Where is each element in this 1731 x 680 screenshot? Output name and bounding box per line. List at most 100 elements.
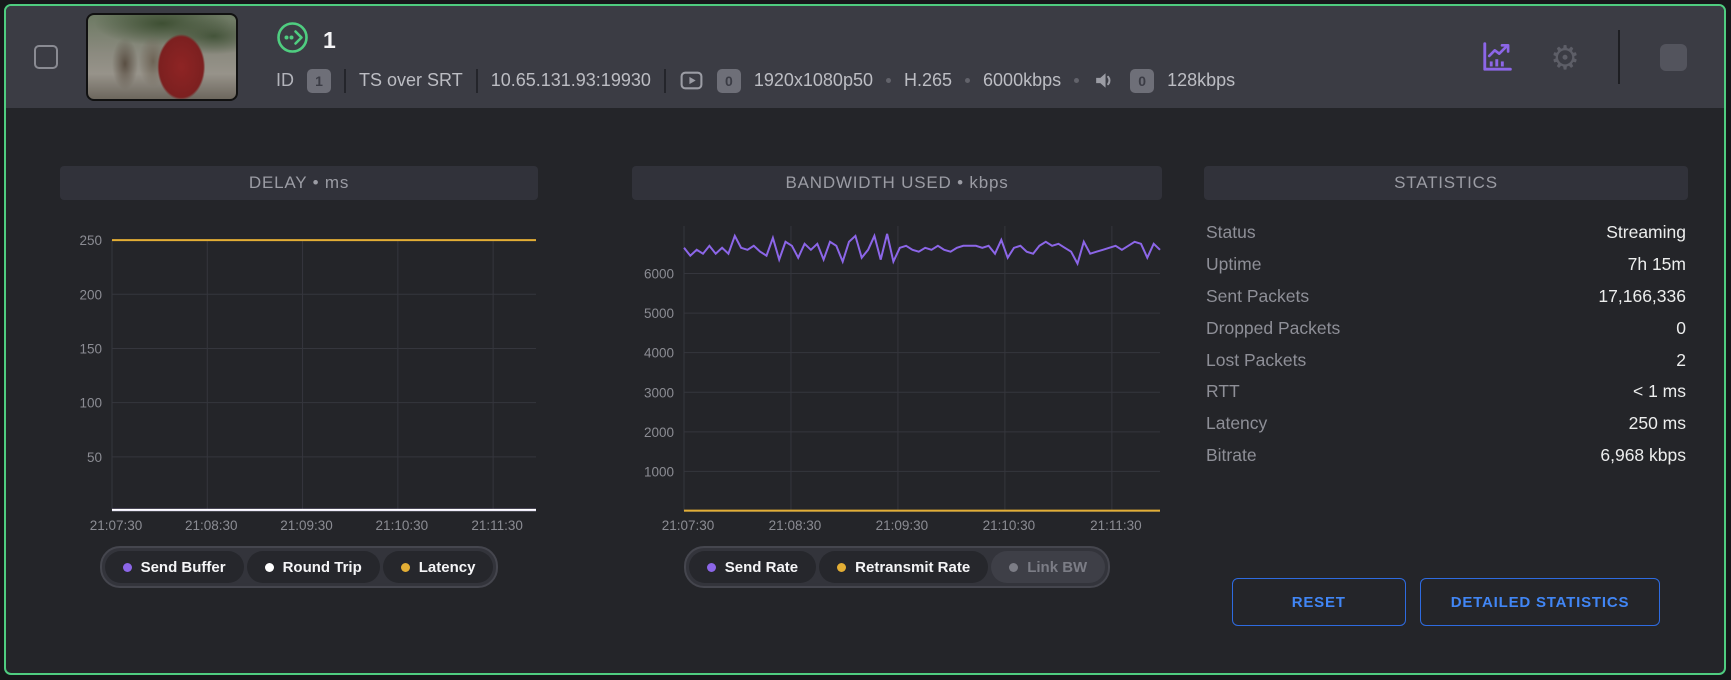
- stat-label: Sent Packets: [1206, 286, 1309, 307]
- y-tick-label: 5000: [644, 306, 674, 321]
- stat-row: RTT < 1 ms: [1206, 376, 1686, 408]
- bandwidth-chart-title: BANDWIDTH USED • kbps: [632, 166, 1162, 200]
- y-tick-label: 100: [79, 396, 102, 411]
- stat-value: 6,968 kbps: [1600, 445, 1686, 466]
- y-tick-label: 2000: [644, 425, 674, 440]
- legend-dot: [123, 563, 132, 572]
- legend-dot: [265, 563, 274, 572]
- video-codec-label: H.265: [904, 70, 952, 91]
- stat-label: Status: [1206, 222, 1256, 243]
- stat-label: Lost Packets: [1206, 350, 1306, 371]
- legend-item-send-rate[interactable]: Send Rate: [689, 551, 816, 583]
- stop-stream-button[interactable]: [1652, 36, 1694, 78]
- grid-lines: [684, 226, 1160, 511]
- grid-lines: [112, 240, 536, 511]
- series-line-send-rate: [684, 234, 1160, 264]
- y-tick-label: 250: [79, 233, 102, 248]
- x-tick-label: 21:10:30: [376, 518, 429, 533]
- stat-value: 250 ms: [1629, 413, 1686, 434]
- legend-dot: [1009, 563, 1018, 572]
- stat-label: Bitrate: [1206, 445, 1257, 466]
- legend-item-link-bw[interactable]: Link BW: [991, 551, 1105, 583]
- gear-icon: ⚙: [1550, 41, 1580, 74]
- statistics-chart-button[interactable]: [1476, 36, 1518, 78]
- audio-track-badge: 0: [1130, 69, 1154, 93]
- stream-details: DELAY • ms 5010015020025021:07:3021:08:3…: [6, 108, 1724, 675]
- id-label: ID: [276, 70, 294, 91]
- x-tick-label: 21:09:30: [876, 518, 929, 533]
- stat-label: Uptime: [1206, 254, 1261, 275]
- y-tick-label: 1000: [644, 464, 674, 479]
- statistics-panel: STATISTICS StatusStreamingUptime7h 15mSe…: [1204, 166, 1688, 471]
- stat-row: Bitrate 6,968 kbps: [1206, 440, 1686, 472]
- select-checkbox[interactable]: [34, 45, 58, 69]
- stat-label: RTT: [1206, 381, 1240, 402]
- stat-value: Streaming: [1606, 222, 1686, 243]
- audio-bitrate-label: 128kbps: [1167, 70, 1235, 91]
- stat-row: Sent Packets 17,166,336: [1206, 281, 1686, 313]
- bandwidth-chart: 10002000300040005000600021:07:3021:08:30…: [632, 213, 1162, 538]
- legend-item-latency[interactable]: Latency: [383, 551, 494, 583]
- y-tick-label: 150: [79, 341, 102, 356]
- y-tick-label: 3000: [644, 385, 674, 400]
- y-tick-label: 50: [87, 450, 102, 465]
- legend-label: Round Trip: [283, 559, 362, 576]
- legend-label: Retransmit Rate: [855, 559, 970, 576]
- stat-label: Dropped Packets: [1206, 318, 1340, 339]
- legend-dot: [837, 563, 846, 572]
- stream-info: 1 ID 1 TS over SRT 10.65.131.93:19930 0 …: [276, 21, 1456, 93]
- stat-row: Uptime 7h 15m: [1206, 249, 1686, 281]
- legend-dot: [401, 563, 410, 572]
- x-tick-label: 21:08:30: [185, 518, 238, 533]
- legend-label: Link BW: [1027, 559, 1087, 576]
- y-tick-label: 4000: [644, 346, 674, 361]
- bandwidth-chart-legend: Send Rate Retransmit Rate Link BW: [684, 546, 1110, 588]
- x-tick-label: 21:10:30: [983, 518, 1036, 533]
- legend-item-retransmit-rate[interactable]: Retransmit Rate: [819, 551, 988, 583]
- legend-label: Send Rate: [725, 559, 798, 576]
- audio-icon: [1092, 68, 1117, 93]
- video-track-icon: [679, 68, 704, 93]
- dot-separator: [1074, 78, 1079, 83]
- settings-gear-button[interactable]: ⚙: [1544, 36, 1586, 78]
- streaming-status-icon: [276, 21, 309, 59]
- video-resolution-label: 1920x1080p50: [754, 70, 873, 91]
- stop-icon: [1660, 44, 1687, 71]
- stat-value: < 1 ms: [1633, 381, 1686, 402]
- reset-button[interactable]: RESET: [1232, 578, 1406, 626]
- separator: [476, 69, 478, 93]
- separator: [344, 69, 346, 93]
- stat-value: 7h 15m: [1628, 254, 1686, 275]
- legend-label: Send Buffer: [141, 559, 226, 576]
- video-bitrate-label: 6000kbps: [983, 70, 1061, 91]
- y-tick-label: 200: [79, 287, 102, 302]
- statistics-buttons: RESET DETAILED STATISTICS: [1204, 578, 1688, 626]
- stat-value: 17,166,336: [1598, 286, 1686, 307]
- address-label: 10.65.131.93:19930: [491, 70, 651, 91]
- x-tick-label: 21:09:30: [280, 518, 333, 533]
- delay-chart: 50 100 150 200 250 21:07:30 21:08:30 21:09:30 21…: [60, 213, 538, 538]
- delay-chart-panel: DELAY • ms 5010015020025021:07:3021:08:3…: [60, 166, 538, 588]
- x-tick-label: 21:07:30: [90, 518, 143, 533]
- dot-separator: [965, 78, 970, 83]
- detailed-statistics-button[interactable]: DETAILED STATISTICS: [1420, 578, 1661, 626]
- x-tick-label: 21:08:30: [769, 518, 822, 533]
- legend-item-send-buffer[interactable]: Send Buffer: [105, 551, 244, 583]
- stat-row: Lost Packets2: [1206, 344, 1686, 376]
- header-actions: ⚙: [1476, 30, 1694, 84]
- stat-row: Status Streaming: [1206, 217, 1686, 249]
- stream-title: 1: [323, 27, 336, 54]
- bandwidth-chart-panel: BANDWIDTH USED • kbps 1000 2000 3000 4000 50…: [632, 166, 1162, 588]
- stat-row: Latency250 ms: [1206, 408, 1686, 440]
- video-thumbnail[interactable]: [86, 13, 238, 101]
- legend-item-round-trip[interactable]: Round Trip: [247, 551, 380, 583]
- y-tick-label: 6000: [644, 267, 674, 282]
- stream-card: 1 ID 1 TS over SRT 10.65.131.93:19930 0 …: [4, 4, 1726, 675]
- protocol-label: TS over SRT: [359, 70, 463, 91]
- stream-metadata: ID 1 TS over SRT 10.65.131.93:19930 0 19…: [276, 68, 1456, 93]
- video-track-badge: 0: [717, 69, 741, 93]
- legend-dot: [707, 563, 716, 572]
- statistics-rows: Status Streaming Uptime 7h 15m Sent Packets 1…: [1204, 217, 1688, 471]
- separator: [1618, 30, 1620, 84]
- stream-header: 1 ID 1 TS over SRT 10.65.131.93:19930 0 …: [6, 6, 1724, 108]
